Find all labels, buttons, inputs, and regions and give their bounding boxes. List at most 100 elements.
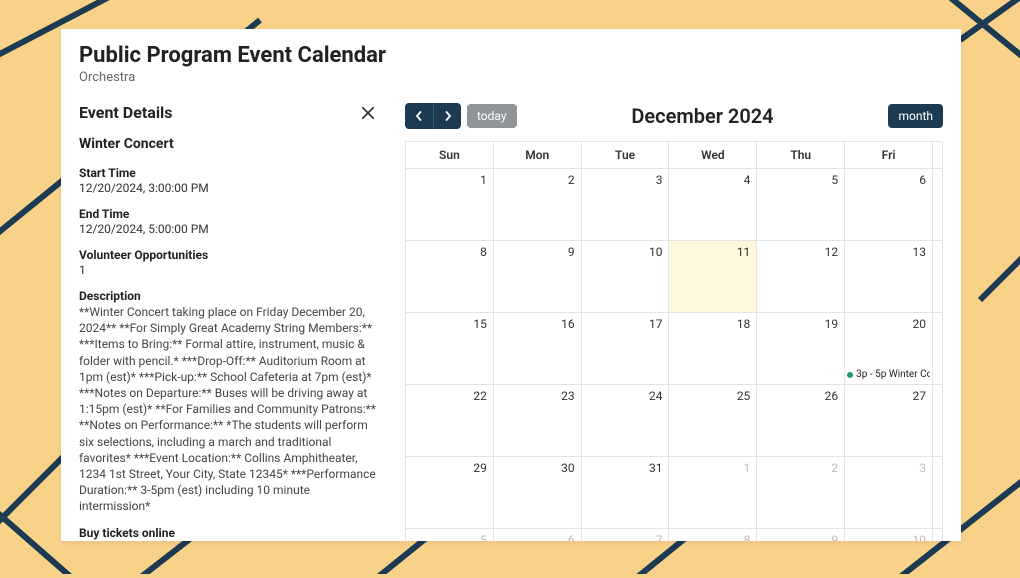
day-number: 8 xyxy=(480,245,487,259)
calendar-pane: today December 2024 month SunMonTueWedTh… xyxy=(405,103,943,541)
app-panel: Public Program Event Calendar Orchestra … xyxy=(61,29,961,541)
day-number: 5 xyxy=(480,533,487,541)
calendar-event[interactable]: 3p - 5p Winter Cor xyxy=(847,369,930,380)
day-number: 10 xyxy=(913,533,927,541)
day-number: 11 xyxy=(737,245,751,259)
day-number: 3 xyxy=(656,173,663,187)
calendar-day-cell[interactable]: 3 xyxy=(845,457,933,529)
calendar-day-cell[interactable]: 9 xyxy=(757,529,845,542)
calendar-day-cell[interactable]: 2 xyxy=(493,169,581,241)
calendar-day-cell xyxy=(933,169,943,241)
calendar-day-cell[interactable]: 4 xyxy=(669,169,757,241)
calendar-day-cell[interactable]: 16 xyxy=(493,313,581,385)
day-number: 16 xyxy=(561,317,575,331)
calendar-day-cell[interactable]: 7 xyxy=(581,529,669,542)
calendar-day-cell[interactable]: 2 xyxy=(757,457,845,529)
day-number: 4 xyxy=(744,173,751,187)
day-number: 27 xyxy=(913,389,927,403)
calendar-day-cell[interactable]: 29 xyxy=(406,457,494,529)
calendar-day-cell[interactable]: 23 xyxy=(493,385,581,457)
calendar-day-cell[interactable]: 6 xyxy=(493,529,581,542)
calendar-day-cell xyxy=(933,529,943,542)
day-number: 1 xyxy=(744,461,751,475)
day-number: 9 xyxy=(831,533,838,541)
day-number: 8 xyxy=(744,533,751,541)
calendar-day-cell[interactable]: 27 xyxy=(845,385,933,457)
calendar-day-cell xyxy=(933,241,943,313)
calendar-day-cell[interactable]: 12 xyxy=(757,241,845,313)
day-number: 18 xyxy=(737,317,751,331)
calendar-day-cell[interactable]: 1 xyxy=(669,457,757,529)
day-number: 10 xyxy=(649,245,663,259)
calendar-day-cell[interactable]: 5 xyxy=(757,169,845,241)
start-time-label: Start Time xyxy=(79,166,377,180)
day-number: 20 xyxy=(913,317,927,331)
day-number: 5 xyxy=(831,173,838,187)
day-number: 7 xyxy=(656,533,663,541)
description-label: Description xyxy=(79,289,377,303)
description-value: **Winter Concert taking place on Friday … xyxy=(79,304,377,514)
calendar-day-cell[interactable]: 26 xyxy=(757,385,845,457)
day-number: 2 xyxy=(831,461,838,475)
calendar-day-cell xyxy=(933,385,943,457)
day-header: Mon xyxy=(493,142,581,169)
calendar-day-cell[interactable]: 15 xyxy=(406,313,494,385)
calendar-day-cell[interactable]: 8 xyxy=(669,529,757,542)
day-number: 29 xyxy=(473,461,487,475)
day-number: 1 xyxy=(480,173,487,187)
calendar-day-cell[interactable]: 24 xyxy=(581,385,669,457)
calendar-day-cell[interactable]: 9 xyxy=(493,241,581,313)
calendar-day-cell[interactable]: 8 xyxy=(406,241,494,313)
calendar-day-cell[interactable]: 31 xyxy=(581,457,669,529)
view-toggle-button[interactable]: month xyxy=(888,104,943,128)
day-number: 19 xyxy=(825,317,839,331)
details-heading: Event Details xyxy=(79,103,173,122)
day-header: Wed xyxy=(669,142,757,169)
calendar-day-cell xyxy=(933,457,943,529)
calendar-day-cell[interactable]: 10 xyxy=(581,241,669,313)
next-month-button[interactable] xyxy=(433,103,461,129)
page-subtitle: Orchestra xyxy=(79,70,943,85)
day-number: 2 xyxy=(568,173,575,187)
volunteer-value: 1 xyxy=(79,263,377,277)
calendar-day-cell[interactable]: 3 xyxy=(581,169,669,241)
calendar-day-cell[interactable]: 13 xyxy=(845,241,933,313)
day-number: 3 xyxy=(919,461,926,475)
day-number: 30 xyxy=(561,461,575,475)
calendar-day-cell[interactable]: 5 xyxy=(406,529,494,542)
day-number: 22 xyxy=(473,389,487,403)
calendar-day-cell[interactable]: 10 xyxy=(845,529,933,542)
calendar-day-cell xyxy=(933,313,943,385)
calendar-day-cell[interactable]: 11 xyxy=(669,241,757,313)
day-number: 6 xyxy=(919,173,926,187)
calendar-day-cell[interactable]: 17 xyxy=(581,313,669,385)
calendar-day-cell[interactable]: 22 xyxy=(406,385,494,457)
calendar-day-cell[interactable]: 30 xyxy=(493,457,581,529)
chevron-left-icon xyxy=(414,111,424,121)
calendar-day-cell[interactable]: 20 3p - 5p Winter Cor xyxy=(845,313,933,385)
close-icon[interactable] xyxy=(359,104,377,122)
day-number: 17 xyxy=(649,317,663,331)
volunteer-label: Volunteer Opportunities xyxy=(79,248,377,262)
event-details-pane: Event Details Winter Concert Start Time … xyxy=(79,103,377,541)
today-button[interactable]: today xyxy=(467,104,517,128)
event-dot-icon xyxy=(847,372,853,378)
nav-button-group xyxy=(405,103,461,129)
day-number: 12 xyxy=(825,245,839,259)
calendar-day-cell[interactable]: 1 xyxy=(406,169,494,241)
start-time-value: 12/20/2024, 3:00:00 PM xyxy=(79,181,377,195)
calendar-title: December 2024 xyxy=(517,104,889,128)
calendar-day-cell[interactable]: 18 xyxy=(669,313,757,385)
event-name: Winter Concert xyxy=(79,136,377,152)
prev-month-button[interactable] xyxy=(405,103,433,129)
day-header: Tue xyxy=(581,142,669,169)
page-title: Public Program Event Calendar xyxy=(79,43,943,68)
day-header xyxy=(933,142,943,169)
chevron-right-icon xyxy=(443,111,453,121)
day-number: 9 xyxy=(568,245,575,259)
calendar-day-cell[interactable]: 25 xyxy=(669,385,757,457)
calendar-grid: SunMonTueWedThuFri 123456891011121315161… xyxy=(405,141,943,541)
calendar-day-cell[interactable]: 6 xyxy=(845,169,933,241)
calendar-day-cell[interactable]: 19 xyxy=(757,313,845,385)
day-number: 15 xyxy=(473,317,487,331)
